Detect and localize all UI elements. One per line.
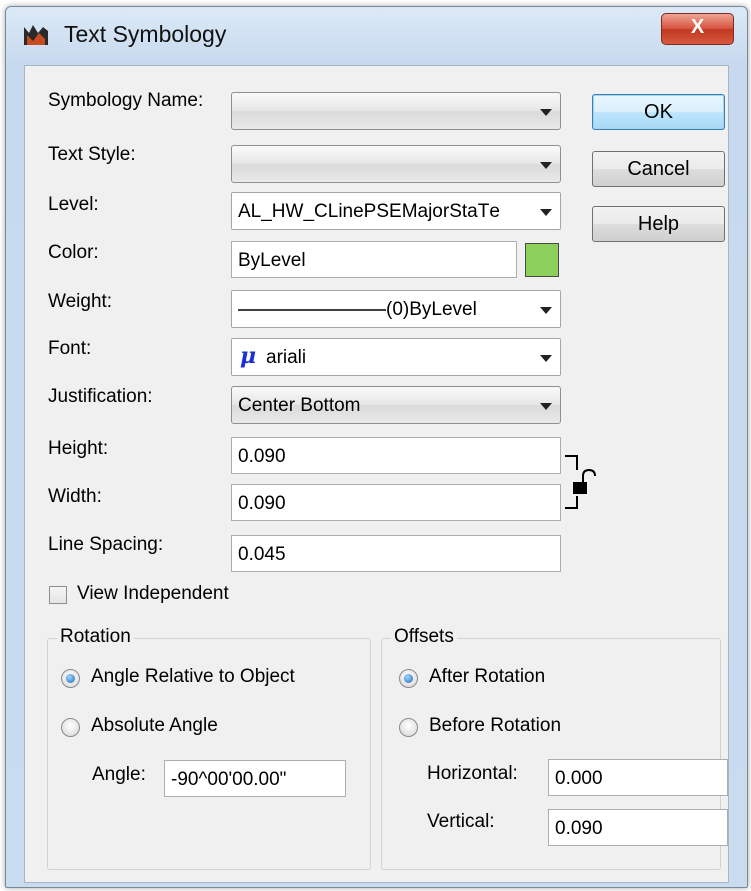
line-weight-sample (238, 309, 386, 311)
angle-label: Angle: (92, 764, 146, 785)
vertical-value: 0.090 (555, 818, 603, 839)
line-spacing-label: Line Spacing: (48, 534, 164, 555)
rotation-group-title: Rotation (57, 626, 134, 648)
font-mu-icon: μ (240, 343, 257, 369)
justification-combo[interactable]: Center Bottom (231, 386, 561, 424)
line-spacing-input[interactable]: 0.045 (231, 535, 561, 572)
after-rotation-label[interactable]: After Rotation (429, 666, 545, 688)
chevron-down-icon (540, 355, 552, 362)
horizontal-value: 0.000 (555, 768, 603, 789)
chevron-down-icon (540, 162, 552, 169)
angle-relative-radio[interactable] (61, 669, 80, 688)
cancel-button[interactable]: Cancel (592, 151, 725, 187)
justification-value: Center Bottom (238, 395, 361, 416)
height-input[interactable]: 0.090 (231, 437, 561, 474)
level-label: Level: (48, 194, 99, 215)
chevron-down-icon (540, 403, 552, 410)
chevron-down-icon (540, 109, 552, 116)
symbology-name-combo[interactable] (231, 92, 561, 130)
absolute-angle-label[interactable]: Absolute Angle (91, 715, 218, 737)
after-rotation-radio[interactable] (399, 669, 418, 688)
width-value: 0.090 (238, 493, 286, 514)
angle-input[interactable]: -90^00'00.00" (164, 760, 346, 797)
symbology-name-label: Symbology Name: (48, 90, 204, 111)
text-style-label: Text Style: (48, 144, 136, 165)
weight-value: (0)ByLevel (386, 299, 477, 320)
before-rotation-radio[interactable] (399, 718, 418, 737)
chevron-down-icon (540, 307, 552, 314)
angle-value: -90^00'00.00" (171, 769, 287, 790)
line-spacing-value: 0.045 (238, 544, 286, 565)
app-icon (24, 25, 48, 45)
level-value: AL_HW_CLinePSEMajorStaTе (238, 201, 500, 222)
color-swatch-button[interactable] (525, 243, 559, 277)
width-label: Width: (48, 486, 102, 507)
horizontal-label: Horizontal: (427, 763, 518, 784)
height-label: Height: (48, 438, 109, 459)
vertical-input[interactable]: 0.090 (548, 809, 728, 846)
width-input[interactable]: 0.090 (231, 484, 561, 521)
height-value: 0.090 (238, 446, 286, 467)
ok-button[interactable]: OK (592, 94, 725, 130)
help-button[interactable]: Help (592, 206, 725, 242)
view-independent-checkbox[interactable] (49, 586, 67, 604)
text-symbology-dialog: Text Symbology X Symbology Name: Text St… (5, 6, 748, 888)
font-label: Font: (48, 338, 92, 359)
font-value: ariali (266, 347, 307, 368)
color-label: Color: (48, 242, 99, 263)
title-bar[interactable]: Text Symbology X (6, 7, 747, 63)
close-icon: X (690, 16, 705, 38)
text-style-combo[interactable] (231, 145, 561, 183)
justification-label: Justification: (48, 386, 153, 407)
font-combo[interactable]: μ ariali (231, 338, 561, 376)
color-field[interactable]: ByLevel (231, 241, 517, 278)
absolute-angle-radio[interactable] (61, 718, 80, 737)
aspect-lock-icon[interactable] (563, 454, 605, 510)
color-value: ByLevel (238, 250, 306, 271)
offsets-group-title: Offsets (391, 626, 457, 648)
weight-combo[interactable]: (0)ByLevel (231, 290, 561, 328)
close-button[interactable]: X (661, 13, 734, 45)
dialog-body: Symbology Name: Text Style: Level: Color… (24, 65, 729, 883)
before-rotation-label[interactable]: Before Rotation (429, 715, 561, 737)
horizontal-input[interactable]: 0.000 (548, 759, 728, 796)
chevron-down-icon (540, 209, 552, 216)
level-combo[interactable]: AL_HW_CLinePSEMajorStaTе (231, 192, 561, 230)
window-title: Text Symbology (64, 21, 227, 47)
view-independent-label[interactable]: View Independent (77, 583, 229, 605)
weight-label: Weight: (48, 291, 113, 312)
vertical-label: Vertical: (427, 811, 495, 832)
angle-relative-label[interactable]: Angle Relative to Object (91, 666, 295, 688)
